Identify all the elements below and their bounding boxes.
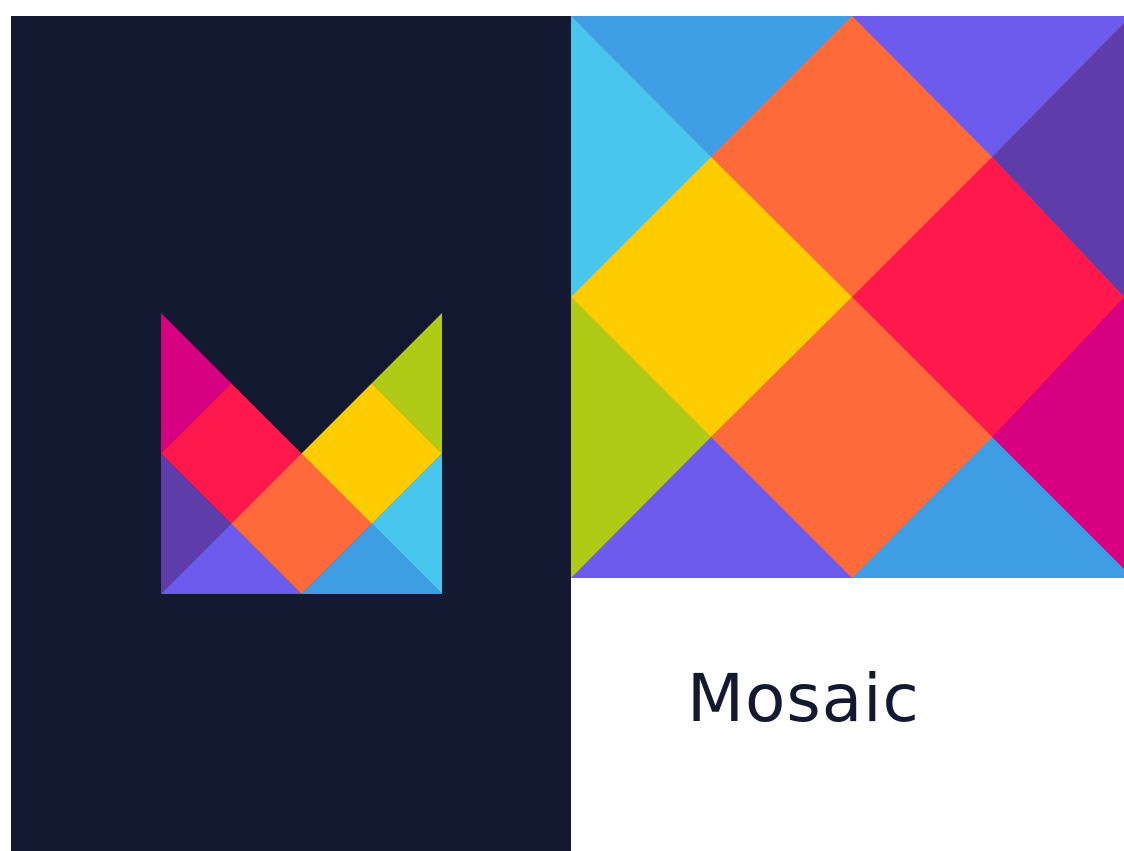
mosaic-pattern-panel: [571, 16, 1124, 578]
dark-logo-panel: [11, 16, 572, 851]
brand-wordmark: Mosaic: [687, 660, 920, 737]
mosaic-diamond-pattern: [571, 16, 1124, 578]
wordmark-panel: Mosaic: [571, 578, 1124, 851]
brand-board: Mosaic: [0, 0, 1124, 851]
mosaic-m-logo-icon: [161, 313, 442, 594]
